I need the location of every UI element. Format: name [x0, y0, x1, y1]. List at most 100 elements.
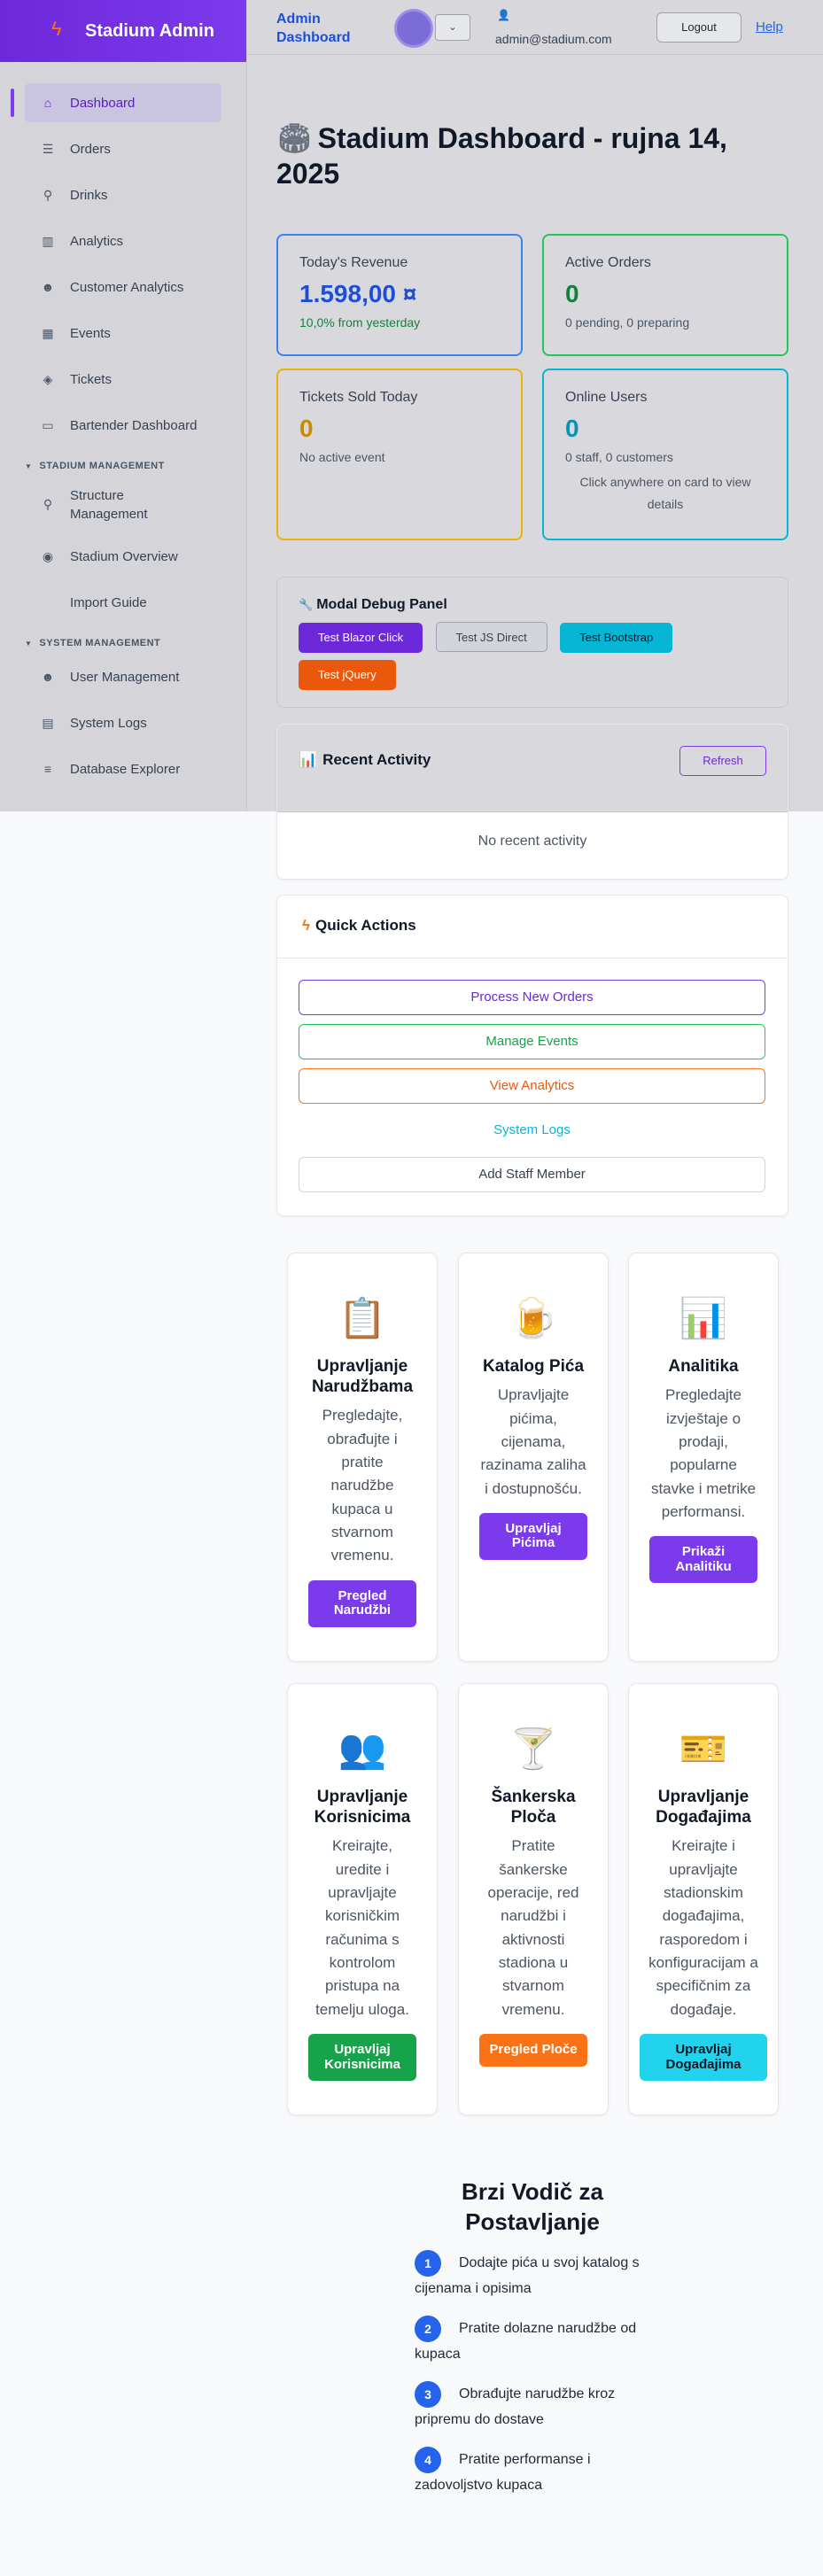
stat-label: Active Orders — [565, 255, 651, 270]
view-analytics-button[interactable]: View Analytics — [299, 1068, 765, 1104]
brand-title: Stadium Admin — [85, 20, 214, 41]
sidebar-item-label: Stadium Overview — [70, 548, 178, 564]
users-icon: ☻ — [41, 670, 55, 684]
stat-card-revenue[interactable]: Today's Revenue 1.598,00 ¤ 10,0% from ye… — [276, 234, 523, 356]
sidebar-item-label: Database Explorer — [70, 761, 181, 777]
stat-value: 1.598,00 ¤ — [299, 280, 417, 307]
sidebar-item-stadium-overview[interactable]: ◉ Stadium Overview — [25, 537, 221, 576]
user-menu-toggle[interactable]: ⌄ — [435, 14, 470, 41]
manage-users-button[interactable]: Upravljaj Korisnicima — [308, 2034, 416, 2082]
manage-events-card-button[interactable]: Upravljaj Događajima — [640, 2034, 767, 2082]
stat-label: Tickets Sold Today — [299, 390, 418, 405]
lightning-bolt-icon: ϟ — [51, 18, 62, 40]
user-email: admin@stadium.com — [495, 32, 612, 46]
system-logs-button[interactable]: System Logs — [299, 1113, 765, 1148]
lightning-bolt-icon: ϟ — [302, 917, 310, 934]
stat-label: Today's Revenue — [299, 255, 408, 270]
card-title: Upravljanje Korisnicima — [314, 1788, 411, 1827]
step-text: Pratite dolazne narudžbe od kupaca — [415, 2321, 637, 2363]
sidebar-item-user-management[interactable]: ☻ User Management — [25, 657, 221, 696]
users-icon: 👥 — [338, 1727, 387, 1771]
sidebar-item-tickets[interactable]: ◈ Tickets — [25, 360, 221, 399]
stadium-icon: 🏟 — [276, 122, 313, 154]
bar-chart-icon: 📊 — [299, 751, 318, 768]
step-number: 3 — [415, 2381, 441, 2408]
stat-card-tickets-sold[interactable]: Tickets Sold Today 0 No active event — [276, 369, 523, 540]
card-order-management: 📋 Upravljanje Narudžbama Pregledajte, ob… — [287, 1253, 438, 1662]
card-title: Šankerska Ploča — [491, 1788, 576, 1827]
section-system-management[interactable]: ▼ SYSTEM MANAGEMENT — [25, 638, 246, 648]
quick-actions-panel: ϟ Quick Actions Process New Orders Manage… — [276, 895, 788, 1216]
sidebar-item-dashboard[interactable]: ⌂ Dashboard — [11, 83, 221, 122]
sidebar-item-analytics[interactable]: ▥ Analytics — [25, 221, 221, 260]
sidebar-item-label: Analytics — [70, 233, 124, 249]
map-pin-icon: ⚲ — [43, 497, 53, 512]
card-description: Pregledajte izvještaje o prodaji, popula… — [650, 1386, 757, 1520]
logout-button[interactable]: Logout — [656, 12, 741, 43]
view-board-button[interactable]: Pregled Ploče — [479, 2034, 587, 2067]
home-icon: ⌂ — [43, 96, 52, 110]
caret-down-icon: ▼ — [25, 640, 33, 648]
show-analytics-button[interactable]: Prikaži Analitiku — [649, 1536, 757, 1584]
manage-events-button[interactable]: Manage Events — [299, 1024, 765, 1059]
sidebar-item-orders[interactable]: ☰ Orders — [25, 129, 221, 168]
sidebar-item-bartender-dashboard[interactable]: ▭ Bartender Dashboard — [25, 406, 221, 445]
chart-icon: ▥ — [42, 233, 54, 248]
sidebar-item-label: User Management — [70, 669, 180, 685]
sidebar-item-database-explorer[interactable]: ≡ Database Explorer — [25, 749, 221, 788]
stat-value: 0 — [299, 415, 314, 442]
panel-title: 📊 Recent Activity — [299, 751, 431, 768]
step-number: 1 — [415, 2250, 441, 2277]
setup-step: 2 Pratite dolazne narudžbe od kupaca — [415, 2316, 654, 2368]
brand-header: ϟ Stadium Admin — [0, 0, 246, 62]
add-staff-member-button[interactable]: Add Staff Member — [299, 1157, 765, 1192]
clipboard-icon: 📋 — [338, 1297, 387, 1340]
card-description: Pregledajte, obrađujte i pratite narudžb… — [322, 1407, 403, 1564]
sidebar-item-customer-analytics[interactable]: ☻ Customer Analytics — [25, 268, 221, 306]
sidebar-item-drinks[interactable]: ⚲ Drinks — [25, 175, 221, 214]
help-link[interactable]: Help — [756, 19, 783, 35]
debug-buttons: Test Blazor Click Test JS Direct Test Bo… — [299, 622, 766, 697]
sidebar-item-label: System Logs — [70, 715, 147, 731]
card-bartender-board: 🍸 Šankerska Ploča Pratite šankerske oper… — [458, 1683, 609, 2115]
card-title: Katalog Pića — [482, 1357, 585, 1376]
setup-step: 3 Obrađujte narudžbe kroz pripremu do dos… — [415, 2381, 654, 2433]
setup-step: 1 Dodajte pića u svoj katalog s cijenama … — [415, 2250, 654, 2302]
refresh-button[interactable]: Refresh — [679, 746, 766, 776]
sidebar-item-label: Dashboard — [70, 95, 136, 111]
sidebar-item-events[interactable]: ▦ Events — [25, 314, 221, 353]
recent-activity-panel: 📊 Recent Activity Refresh No recent activ… — [276, 724, 788, 880]
panel-title: 🔧 Modal Debug Panel — [299, 597, 447, 612]
sidebar-item-import-guide[interactable]: Import Guide — [25, 583, 221, 622]
user-icon: 👤 — [497, 9, 510, 21]
process-new-orders-button[interactable]: Process New Orders — [299, 980, 765, 1015]
test-js-direct-button[interactable]: Test JS Direct — [435, 622, 547, 652]
stat-label: Online Users — [565, 390, 648, 405]
bar-chart-icon: 📊 — [679, 1297, 728, 1340]
stat-card-online-users[interactable]: Online Users 0 0 staff, 0 customers Clic… — [542, 369, 788, 540]
test-blazor-click-button[interactable]: Test Blazor Click — [299, 623, 423, 653]
card-description: Kreirajte i upravljajte stadionskim doga… — [648, 1837, 758, 2018]
stat-sub: 0 pending, 0 preparing — [565, 315, 690, 330]
quick-actions-header: ϟ Quick Actions — [277, 896, 788, 958]
test-jquery-button[interactable]: Test jQuery — [299, 660, 396, 690]
avatar[interactable] — [394, 9, 433, 48]
stat-sub: 10,0% from yesterday — [299, 315, 421, 330]
section-stadium-management[interactable]: ▼ STADIUM MANAGEMENT — [25, 461, 246, 471]
manage-drinks-button[interactable]: Upravljaj Pićima — [479, 1512, 587, 1560]
top-bar-title: Admin Dashboard — [276, 12, 351, 45]
tag-icon: ◈ — [43, 371, 53, 386]
card-title: Analitika — [668, 1357, 739, 1376]
sidebar-item-structure-management[interactable]: ⚲ Structure Management — [25, 480, 221, 530]
sidebar-item-system-logs[interactable]: ▤ System Logs — [25, 703, 221, 742]
panel-title: ϟ Quick Actions — [302, 917, 416, 934]
view-orders-button[interactable]: Pregled Narudžbi — [308, 1579, 416, 1627]
caret-down-icon: ▼ — [25, 462, 33, 470]
sidebar-item-label: Orders — [70, 141, 111, 157]
card-description: Kreirajte, uredite i upravljajte korisni… — [315, 1837, 409, 2018]
setup-step: 4 Pratite performanse i zadovoljstvo kupa… — [415, 2447, 654, 2499]
stat-card-active-orders[interactable]: Active Orders 0 0 pending, 0 preparing — [542, 234, 788, 356]
step-text: Obrađujte narudžbe kroz pripremu do dost… — [415, 2386, 616, 2428]
test-bootstrap-button[interactable]: Test Bootstrap — [560, 623, 673, 653]
recent-activity-header: 📊 Recent Activity Refresh — [277, 725, 788, 812]
